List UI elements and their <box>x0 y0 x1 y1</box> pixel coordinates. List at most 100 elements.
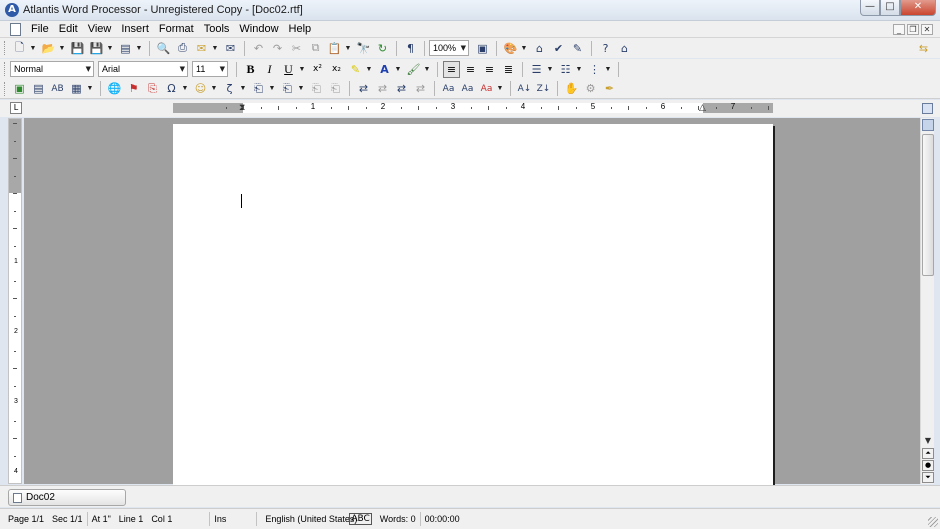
menu-tools[interactable]: Tools <box>199 23 235 36</box>
exit-icon[interactable]: ⇆ <box>915 40 932 57</box>
autocorrect-icon[interactable]: ✎ <box>569 40 586 57</box>
underline-dropdown[interactable]: ▼ <box>298 61 306 78</box>
bookmark-icon[interactable]: ⚑ <box>125 80 142 97</box>
translate-icon[interactable]: ⇄ <box>355 80 372 97</box>
next-page-button[interactable]: ⏷ <box>922 472 934 483</box>
print-icon[interactable]: ⎙ <box>174 40 191 57</box>
page-setup-icon[interactable]: ⚙ <box>582 80 599 97</box>
emoticon-icon[interactable]: ☺ <box>192 80 209 97</box>
document-page[interactable] <box>173 124 773 504</box>
bold-button[interactable]: B <box>242 61 259 78</box>
status-insert-mode[interactable]: Ins <box>210 514 256 524</box>
font-select[interactable]: Arial ▼ <box>98 61 188 77</box>
align-right-icon[interactable]: ≡ <box>481 61 498 78</box>
spellcheck-icon[interactable]: ✔ <box>550 40 567 57</box>
align-center-icon[interactable]: ≡ <box>462 61 479 78</box>
save-dropdown[interactable]: ▼ <box>106 40 114 57</box>
ink-icon[interactable]: ✒ <box>601 80 618 97</box>
full-screen-icon[interactable]: ▣ <box>474 40 491 57</box>
format-painter-dropdown[interactable]: ▼ <box>423 61 431 78</box>
hyperlink-icon[interactable]: 🌐 <box>106 80 123 97</box>
paste-icon[interactable]: 📋 <box>326 40 343 57</box>
find-icon[interactable]: 🔭 <box>355 40 372 57</box>
redo-icon[interactable]: ↷ <box>269 40 286 57</box>
bullets-dropdown[interactable]: ▼ <box>546 61 554 78</box>
symbol-icon[interactable]: Ω <box>163 80 180 97</box>
atlantis-app-icon[interactable]: A <box>5 3 19 17</box>
open-icon[interactable]: 📂 <box>40 40 57 57</box>
undo-icon[interactable]: ↶ <box>250 40 267 57</box>
styles-icon[interactable]: 🎨 <box>502 40 519 57</box>
web-icon[interactable]: ⌂ <box>616 40 633 57</box>
copy-icon[interactable]: ⧉ <box>307 40 324 57</box>
sync-icon[interactable]: ⇄ <box>412 80 429 97</box>
field-icon[interactable]: ζ <box>221 80 238 97</box>
status-language[interactable]: English (United States) <box>257 514 357 524</box>
font-size-select[interactable]: 11 ▼ <box>192 61 228 77</box>
document-restore-button[interactable]: ❐ <box>907 24 919 35</box>
cut-icon[interactable]: ✂ <box>288 40 305 57</box>
lowercase-icon[interactable]: Aa <box>459 80 476 97</box>
page-break-icon[interactable]: ⎘ <box>144 80 161 97</box>
tab-type-selector[interactable]: L <box>10 102 22 114</box>
change-case-icon[interactable]: Aa <box>478 80 495 97</box>
bullets-icon[interactable]: ☰ <box>528 61 545 78</box>
multilevel-list-icon[interactable]: ⋮ <box>586 61 603 78</box>
font-color-icon[interactable]: A <box>376 61 393 78</box>
vertical-ruler[interactable]: 1 2 3 4 <box>8 118 22 484</box>
show-formatting-icon[interactable]: ¶ <box>402 40 419 57</box>
insert-picture-icon[interactable]: ▣ <box>11 80 28 97</box>
style-select[interactable]: Normal ▼ <box>10 61 94 77</box>
resize-grip[interactable] <box>928 517 938 527</box>
text-box-icon[interactable]: ▤ <box>30 80 47 97</box>
italic-button[interactable]: I <box>261 61 278 78</box>
comment-icon[interactable]: ⎗ <box>308 80 325 97</box>
page-view-button[interactable] <box>922 119 934 131</box>
view-toggle-button[interactable] <box>922 103 933 114</box>
sort-ascending-icon[interactable]: A↓ <box>516 80 533 97</box>
case-dropdown[interactable]: ▼ <box>496 80 504 97</box>
highlight-dropdown[interactable]: ▼ <box>365 61 373 78</box>
header-dropdown[interactable]: ▼ <box>268 80 276 97</box>
close-button[interactable]: ✕ <box>900 0 936 16</box>
toolbar-grip[interactable] <box>4 41 7 55</box>
new-document-icon[interactable]: 🗋 <box>11 40 28 57</box>
scroll-thumb[interactable] <box>922 134 934 276</box>
align-left-icon[interactable]: ≡ <box>443 60 460 78</box>
hand-tool-icon[interactable]: ✋ <box>563 80 580 97</box>
home-icon[interactable]: ⌂ <box>531 40 548 57</box>
menu-view[interactable]: View <box>83 23 117 36</box>
replace-icon[interactable]: ↻ <box>374 40 391 57</box>
email-icon[interactable]: ✉ <box>193 40 210 57</box>
emoticon-dropdown[interactable]: ▼ <box>210 80 218 97</box>
styles-dropdown[interactable]: ▼ <box>520 40 528 57</box>
compare-icon[interactable]: ⇄ <box>374 80 391 97</box>
toolbar-grip[interactable] <box>4 62 7 76</box>
help-icon[interactable]: ? <box>597 40 614 57</box>
document-minimize-button[interactable]: _ <box>893 24 905 35</box>
superscript-button[interactable]: x² <box>309 61 326 78</box>
paste-dropdown[interactable]: ▼ <box>344 40 352 57</box>
menu-insert[interactable]: Insert <box>116 23 154 36</box>
save-icon[interactable]: 💾 <box>69 40 86 57</box>
scroll-down-arrow[interactable]: ▼ <box>921 434 935 447</box>
merge-icon[interactable]: ⇄ <box>393 80 410 97</box>
uppercase-icon[interactable]: Aa <box>440 80 457 97</box>
menu-format[interactable]: Format <box>154 23 199 36</box>
save-as-icon[interactable]: 💾 <box>88 40 105 57</box>
symbol-dropdown[interactable]: ▼ <box>181 80 189 97</box>
previous-page-button[interactable]: ⏶ <box>922 448 934 459</box>
document-system-menu-icon[interactable] <box>10 23 21 36</box>
open-dropdown[interactable]: ▼ <box>58 40 66 57</box>
print-preview-icon[interactable]: 🔍 <box>155 40 172 57</box>
numbering-icon[interactable]: ☷ <box>557 61 574 78</box>
table-dropdown[interactable]: ▼ <box>86 80 94 97</box>
table-icon[interactable]: ▦ <box>68 80 85 97</box>
minimize-button[interactable]: — <box>860 0 880 16</box>
font-color-dropdown[interactable]: ▼ <box>394 61 402 78</box>
fax-icon[interactable]: ✉ <box>222 40 239 57</box>
justify-icon[interactable]: ≣ <box>500 61 517 78</box>
menu-window[interactable]: Window <box>234 23 283 36</box>
vertical-scrollbar[interactable]: ▼ ⏶ ● ⏷ <box>920 118 934 484</box>
subscript-button[interactable]: x₂ <box>328 61 345 78</box>
